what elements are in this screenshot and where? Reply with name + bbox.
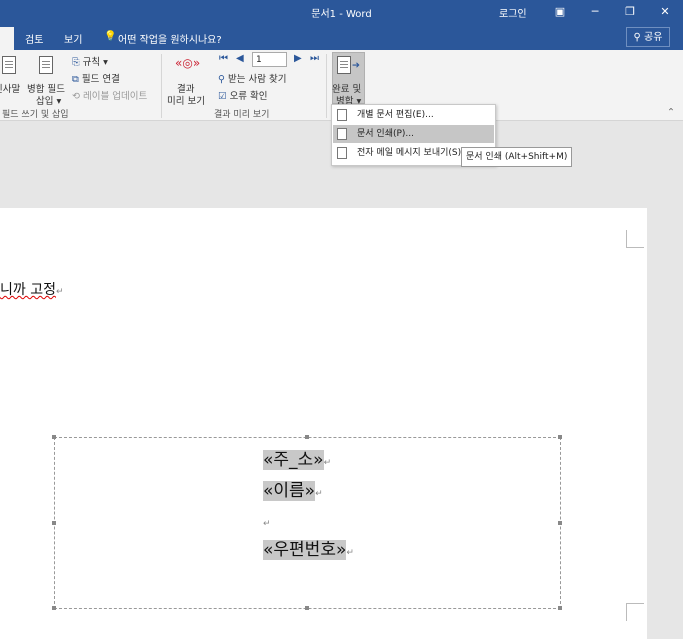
find-recipient-button[interactable]: ⚲ 받는 사람 찾기 [218,71,286,85]
tab-view[interactable]: 보기 [64,31,82,46]
preview-group-label: 결과 미리 보기 [214,110,270,120]
last-record-icon[interactable]: ⏭ [310,53,319,64]
previous-record-icon[interactable]: ◀ [236,53,244,64]
insert-merge-field-icon [39,56,53,74]
menu-item-print-documents[interactable]: 문서 인쇄(P)... [333,125,494,143]
margin-corner-mark [626,230,644,248]
share-button[interactable]: ⚲ 공유 [626,27,670,47]
collapse-ribbon-icon[interactable]: ⌃ [667,107,675,118]
merge-arrow-icon: ➔ [352,60,360,71]
restore-icon[interactable]: ❐ [613,0,647,24]
empty-paragraph-mark: ↵ [263,519,271,529]
match-fields-icon: ⧉ [72,74,79,85]
record-number-input[interactable]: 1 [252,52,287,67]
finish-merge-icon [337,56,351,74]
resize-handle[interactable] [305,435,309,439]
resize-handle[interactable] [52,435,56,439]
ribbon-display-options-icon[interactable]: ▣ [543,0,577,24]
resize-handle[interactable] [558,521,562,525]
tab-mailings-active[interactable] [0,27,14,50]
greeting-line-button[interactable]: 인사말 [0,81,20,95]
write-insert-group-label: 필드 쓰기 및 삽입 [2,110,69,120]
margin-corner-mark [626,603,644,621]
match-fields-button[interactable]: ⧉ 필드 연결 [72,71,120,85]
merge-field-zip[interactable]: «우편번호»↵ [263,535,354,560]
ribbon-separator [161,54,162,118]
resize-handle[interactable] [52,521,56,525]
title-bar: 문서1 - Word 로그인 ▣ ─ ❐ ✕ [0,0,683,24]
print-icon [337,128,347,140]
close-icon[interactable]: ✕ [648,0,682,24]
check-errors-button[interactable]: ☑ 오류 확인 [218,88,268,102]
resize-handle[interactable] [558,435,562,439]
email-icon [337,147,347,159]
rules-icon: ⎘ [72,57,80,68]
preview-results-label-2: 미리 보기 [167,96,205,107]
edit-documents-icon [337,109,347,121]
login-link[interactable]: 로그인 [499,5,527,20]
update-labels-icon: ⟲ [72,91,80,102]
merge-field-name[interactable]: «이름»↵ [263,476,323,501]
lightbulb-icon: 💡 [104,31,117,42]
person-icon: ⚲ [633,32,641,43]
update-labels-button[interactable]: ⟲ 레이블 업데이트 [72,88,147,102]
resize-handle[interactable] [558,606,562,610]
resize-handle[interactable] [305,606,309,610]
share-label: 공유 [644,32,663,43]
greeting-line-icon [2,56,16,74]
tab-review[interactable]: 검토 [25,31,43,46]
check-errors-icon: ☑ [218,91,227,102]
body-text-line[interactable]: 니까 고정↵ [0,279,64,299]
minimize-icon[interactable]: ─ [578,0,612,24]
rules-button[interactable]: ⎘ 규칙 ▾ [72,54,108,68]
resize-handle[interactable] [52,606,56,610]
menu-item-edit-individual[interactable]: 개별 문서 편집(E)... [333,106,494,124]
ribbon-separator [326,54,327,118]
merge-field-address[interactable]: «주_소»↵ [263,445,331,470]
tooltip: 문서 인쇄 (Alt+Shift+M) [461,147,573,167]
ribbon-tabs: 검토 보기 💡 어떤 작업을 원하시나요? ⚲ 공유 [0,24,683,50]
next-record-icon[interactable]: ▶ [294,53,302,64]
search-icon: ⚲ [218,74,225,85]
first-record-icon[interactable]: ⏮ [219,53,228,64]
tell-me-box[interactable]: 어떤 작업을 원하시나요? [118,31,222,46]
preview-results-icon: «◎» [175,56,201,70]
insert-merge-field-label-2: 삽입 ▾ [36,96,62,107]
